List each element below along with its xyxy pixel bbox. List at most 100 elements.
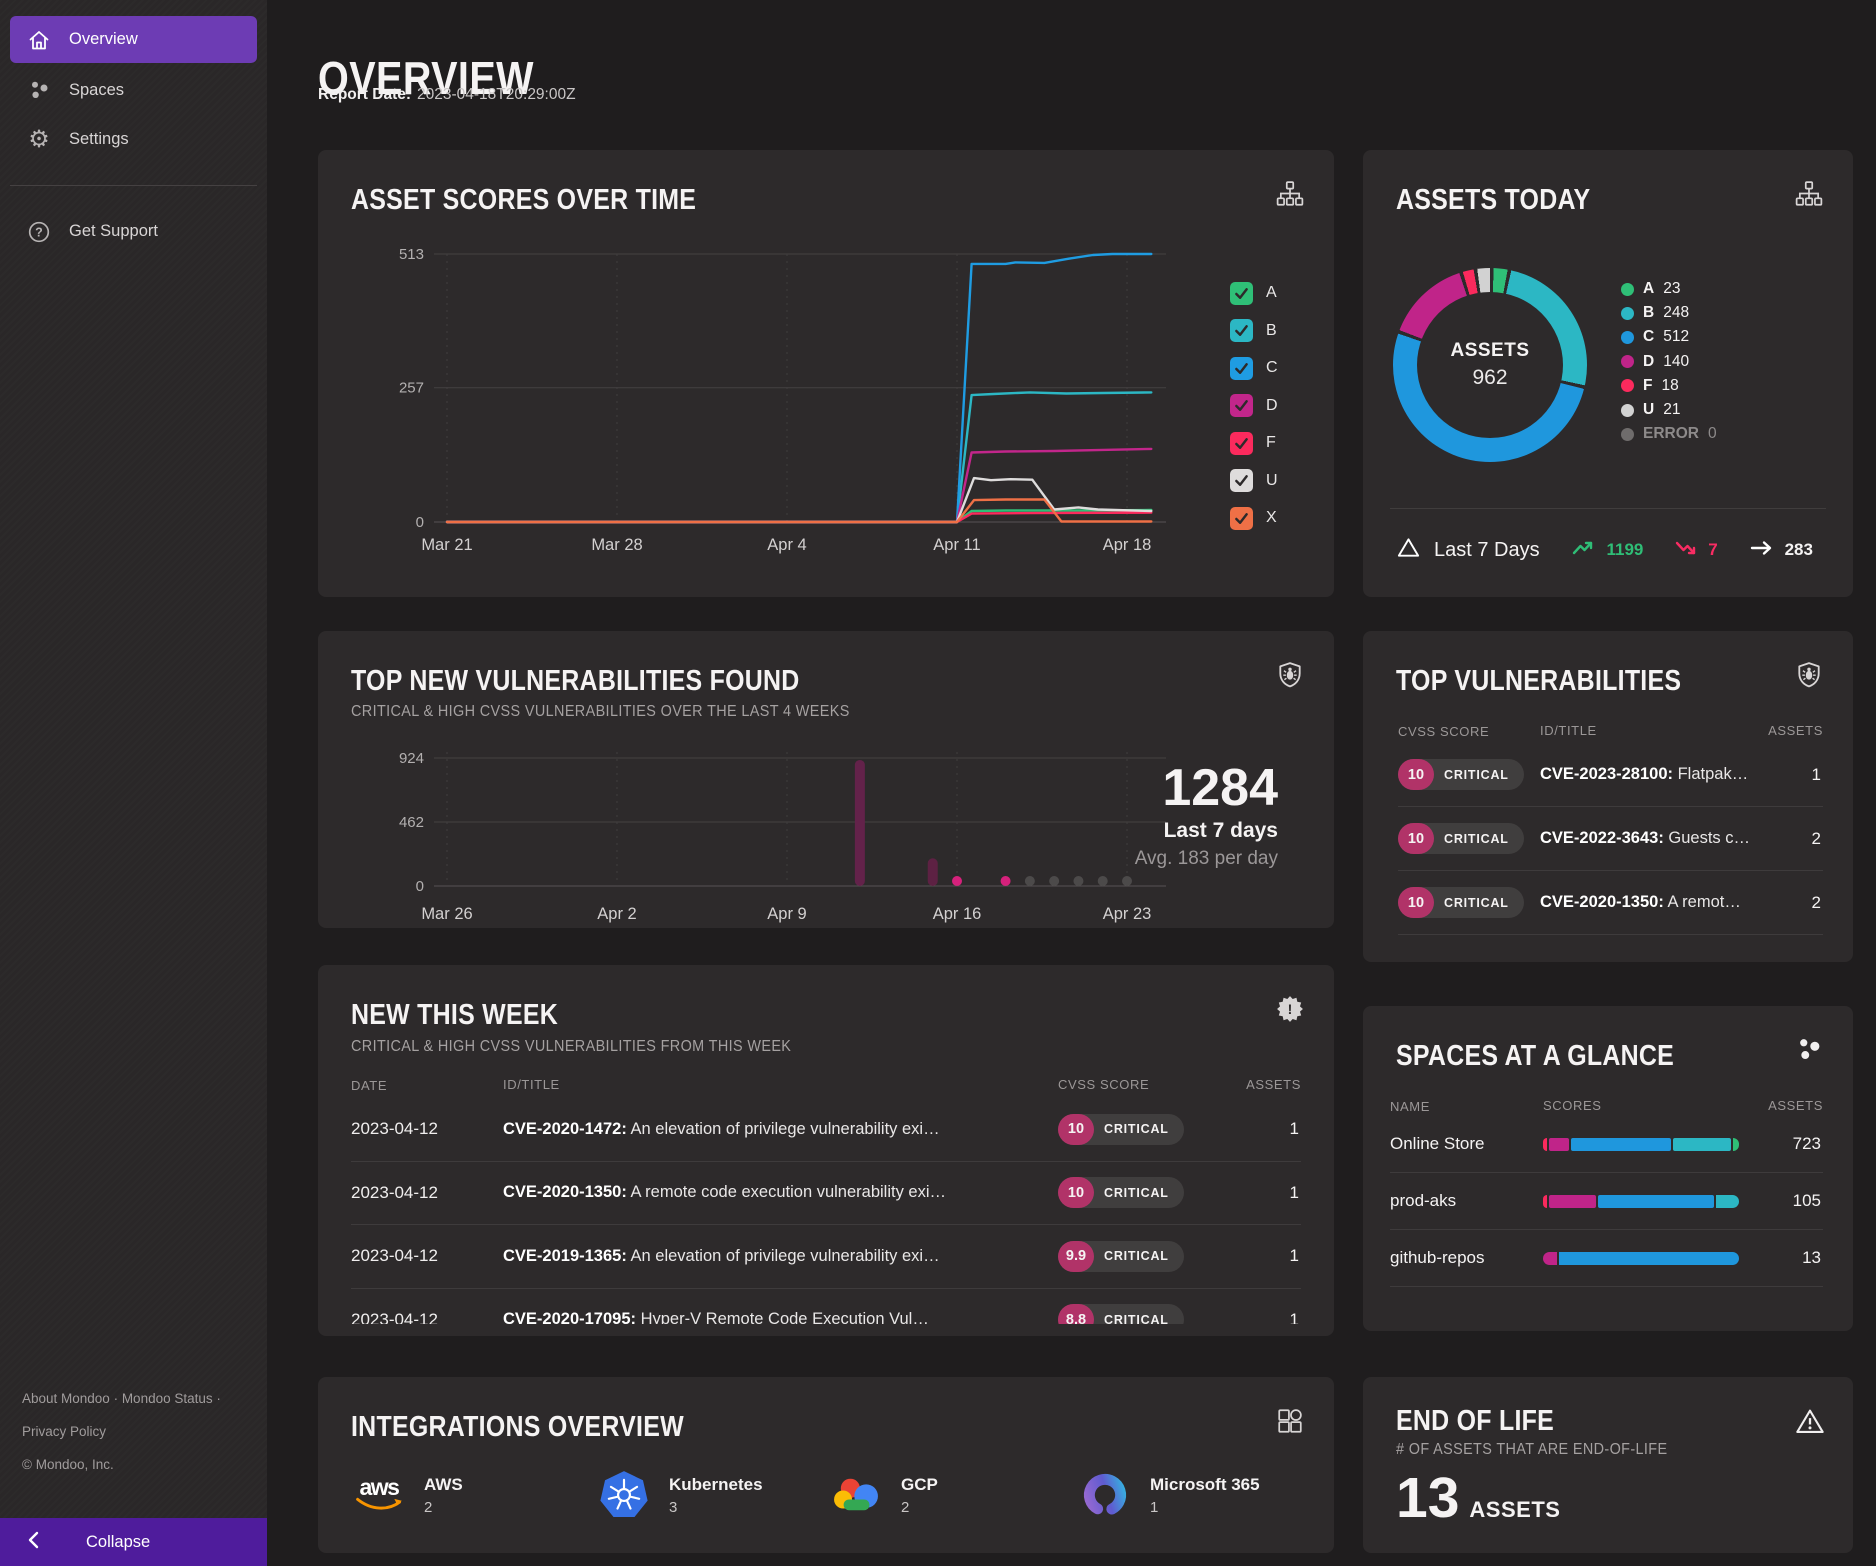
report-date-label: Report Date: bbox=[318, 86, 411, 103]
last-7-days-label: Last 7 Days bbox=[1434, 539, 1540, 562]
legend-checkbox-x[interactable]: X bbox=[1230, 506, 1278, 530]
table-row[interactable]: 10CRITICAL CVE-2023-28100: Flatpak… 1 bbox=[1398, 743, 1823, 807]
swatch-icon bbox=[1621, 331, 1634, 344]
svg-text:Apr 23: Apr 23 bbox=[1103, 905, 1152, 923]
sidebar-item-label: Get Support bbox=[69, 222, 158, 241]
svg-text:513: 513 bbox=[399, 246, 424, 263]
table-row[interactable]: Online Store 723 bbox=[1390, 1116, 1823, 1173]
legend-item-a: A23 bbox=[1621, 277, 1717, 301]
table-row[interactable]: 10CRITICAL CVE-2020-1350: A remot… 2 bbox=[1398, 871, 1823, 935]
shield-bug-icon bbox=[1276, 661, 1304, 689]
legend-checkbox-d[interactable]: D bbox=[1230, 394, 1278, 418]
integration-kubernetes[interactable]: Kubernetes 3 bbox=[596, 1467, 763, 1523]
checkbox-icon bbox=[1230, 394, 1253, 417]
donut-center: ASSETS 962 bbox=[1417, 292, 1563, 438]
legend-item-f: F18 bbox=[1621, 374, 1717, 398]
svg-text:462: 462 bbox=[399, 814, 424, 831]
table-header: NAME SCORES ASSETS bbox=[1390, 1098, 1823, 1116]
severity-badge: 10CRITICAL bbox=[1398, 887, 1524, 918]
eol-count: 13 bbox=[1396, 1465, 1459, 1531]
card-top-vulnerabilities: TOP VULNERABILITIES CVSS SCORE ID/TITLE … bbox=[1363, 631, 1853, 962]
legend-checkbox-b[interactable]: B bbox=[1230, 319, 1278, 343]
trend-down: 7 bbox=[1671, 537, 1717, 564]
integration-microsoft-365[interactable]: Microsoft 365 1 bbox=[1077, 1467, 1260, 1523]
sidebar-item-settings[interactable]: ⚙ Settings bbox=[10, 116, 257, 163]
score-bar-segment bbox=[1733, 1138, 1739, 1151]
new-releases-icon: ! bbox=[1276, 995, 1304, 1023]
checkbox-icon bbox=[1230, 469, 1253, 492]
score-bar-segment bbox=[1673, 1138, 1731, 1151]
card-title: TOP NEW VULNERABILITIES FOUND bbox=[351, 665, 1264, 698]
checkbox-icon bbox=[1230, 432, 1253, 455]
card-new-this-week: NEW THIS WEEK CRITICAL & HIGH CVSS VULNE… bbox=[318, 965, 1334, 1336]
score-bar-segment bbox=[1543, 1252, 1557, 1265]
card-spaces-at-a-glance: SPACES AT A GLANCE NAME SCORES ASSETS On… bbox=[1363, 1006, 1853, 1331]
table-row[interactable]: prod-aks 105 bbox=[1390, 1173, 1823, 1230]
home-icon bbox=[26, 27, 52, 53]
table-row[interactable]: 10CRITICAL CVE-2022-3643: Guests c… 2 bbox=[1398, 807, 1823, 871]
footer-links-line1[interactable]: About Mondoo · Mondoo Status · bbox=[22, 1382, 221, 1415]
score-bar-segment bbox=[1559, 1252, 1739, 1265]
card-subtitle: # OF ASSETS THAT ARE END-OF-LIFE bbox=[1396, 1441, 1688, 1459]
table-row[interactable]: 2023-04-12 CVE-2019-1365: An elevation o… bbox=[351, 1225, 1301, 1289]
legend-checkbox-u[interactable]: U bbox=[1230, 469, 1278, 493]
svg-text:Apr 9: Apr 9 bbox=[767, 905, 806, 923]
integration-aws[interactable]: aws AWS 2 bbox=[351, 1467, 463, 1523]
stat-value: 1284 bbox=[1135, 761, 1278, 815]
severity-badge: 10CRITICAL bbox=[1398, 759, 1524, 790]
card-title: INTEGRATIONS OVERVIEW bbox=[351, 1411, 1264, 1444]
svg-text:Apr 4: Apr 4 bbox=[767, 536, 806, 554]
table-body: Online Store 723 prod-aks 105 github-rep… bbox=[1390, 1116, 1823, 1287]
table-row[interactable]: 2023-04-12 CVE-2020-1350: A remote code … bbox=[351, 1162, 1301, 1226]
legend-checkbox-f[interactable]: F bbox=[1230, 431, 1278, 455]
swatch-icon bbox=[1621, 379, 1634, 392]
collapse-label: Collapse bbox=[86, 1533, 150, 1552]
assets-donut-legend: A23 B248 C512 D140 F18 U21 ERROR0 bbox=[1621, 277, 1717, 446]
svg-text:Mar 21: Mar 21 bbox=[421, 536, 472, 554]
sidebar-item-get-support[interactable]: ? Get Support bbox=[10, 208, 257, 255]
stat-label: Last 7 days bbox=[1135, 819, 1278, 843]
score-bar-segment bbox=[1716, 1195, 1739, 1208]
footer-link-privacy-policy[interactable]: Privacy Policy bbox=[22, 1415, 221, 1448]
table-header: CVSS SCORE ID/TITLE ASSETS bbox=[1398, 723, 1823, 741]
triangle-icon bbox=[1396, 535, 1421, 566]
divider bbox=[1390, 508, 1826, 509]
card-subtitle: CRITICAL & HIGH CVSS VULNERABILITIES FRO… bbox=[351, 1038, 824, 1056]
checkbox-icon bbox=[1230, 319, 1253, 342]
trend-up: 1199 bbox=[1567, 537, 1643, 564]
svg-text:924: 924 bbox=[399, 750, 424, 767]
sidebar-item-label: Spaces bbox=[69, 81, 124, 100]
table-row[interactable]: 2023-04-12 CVE-2020-1472: An elevation o… bbox=[351, 1098, 1301, 1162]
spaces-icon bbox=[26, 78, 52, 104]
score-bar-segment bbox=[1571, 1138, 1671, 1151]
sidebar-item-overview[interactable]: Overview bbox=[10, 16, 257, 63]
copyright: © Mondoo, Inc. bbox=[22, 1448, 221, 1481]
sidebar-item-spaces[interactable]: Spaces bbox=[10, 67, 257, 114]
spaces-icon bbox=[1795, 1036, 1823, 1064]
asset-scores-legend: A B C D F U X bbox=[1230, 281, 1278, 530]
integration-gcp[interactable]: GCP 2 bbox=[828, 1467, 938, 1523]
microsoft-365-logo bbox=[1077, 1467, 1133, 1523]
table-row[interactable]: 2023-04-12 CVE-2020-17095: Hyper-V Remot… bbox=[351, 1289, 1301, 1325]
svg-text:0: 0 bbox=[416, 514, 424, 531]
legend-item-d: D140 bbox=[1621, 350, 1717, 374]
card-integrations-overview: INTEGRATIONS OVERVIEW aws AWS 2 bbox=[318, 1377, 1334, 1553]
swatch-icon bbox=[1621, 307, 1634, 320]
card-end-of-life: END OF LIFE # OF ASSETS THAT ARE END-OF-… bbox=[1363, 1377, 1853, 1553]
legend-checkbox-c[interactable]: C bbox=[1230, 356, 1278, 380]
collapse-button[interactable]: Collapse bbox=[0, 1518, 267, 1566]
legend-item-c: C512 bbox=[1621, 325, 1717, 349]
svg-text:!: ! bbox=[1288, 1001, 1293, 1017]
legend-checkbox-a[interactable]: A bbox=[1230, 281, 1278, 305]
card-title: ASSETS TODAY bbox=[1396, 184, 1783, 217]
swatch-icon bbox=[1621, 283, 1634, 296]
sidebar-item-label: Overview bbox=[69, 30, 138, 49]
table-row[interactable]: github-repos 13 bbox=[1390, 1230, 1823, 1287]
widgets-icon bbox=[1276, 1407, 1304, 1435]
arrow-right-icon bbox=[1746, 537, 1778, 564]
kubernetes-logo bbox=[596, 1467, 652, 1523]
legend-item-b: B248 bbox=[1621, 301, 1717, 325]
trending-down-icon bbox=[1671, 537, 1701, 564]
card-title: SPACES AT A GLANCE bbox=[1396, 1040, 1783, 1073]
card-assets-today: ASSETS TODAY ASSETS 962 A23 B248 C512 D1… bbox=[1363, 150, 1853, 597]
